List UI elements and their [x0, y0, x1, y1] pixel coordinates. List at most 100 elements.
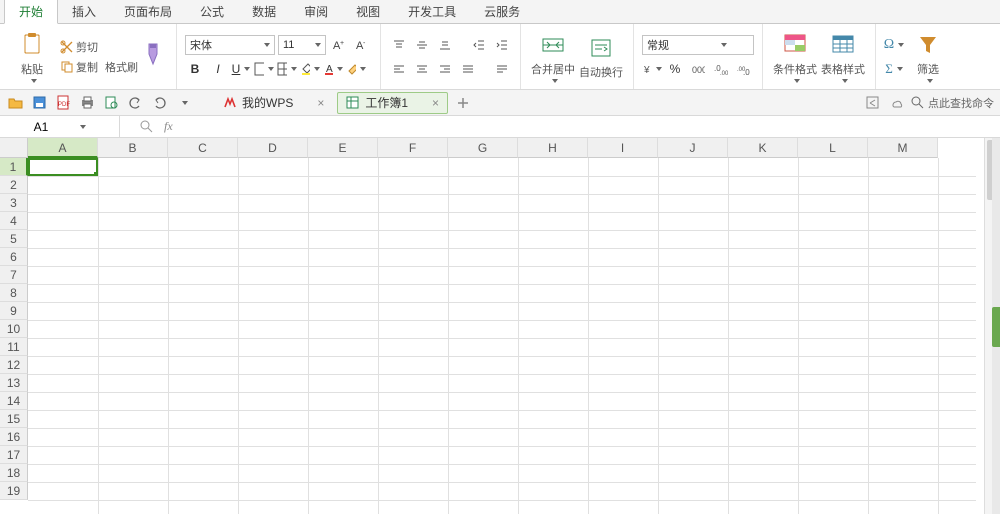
italic-button[interactable]: I: [208, 59, 228, 79]
menu-tab-5[interactable]: 审阅: [290, 0, 342, 23]
decimal-dec-button[interactable]: .00.0: [734, 59, 754, 79]
indent-increase-button[interactable]: [492, 35, 512, 55]
close-tab-button[interactable]: ×: [432, 96, 439, 110]
row-header-11[interactable]: 11: [0, 338, 28, 356]
quick-more-button[interactable]: [174, 94, 192, 112]
wrap-text-button[interactable]: 自动换行: [577, 34, 625, 80]
name-box[interactable]: [0, 116, 120, 137]
cells-area[interactable]: [28, 158, 976, 514]
col-header-C[interactable]: C: [168, 138, 238, 158]
font-size-select[interactable]: 11: [278, 35, 326, 55]
col-header-M[interactable]: M: [868, 138, 938, 158]
merge-center-button[interactable]: 合并居中: [529, 31, 577, 83]
row-header-4[interactable]: 4: [0, 212, 28, 230]
row-header-6[interactable]: 6: [0, 248, 28, 266]
search-commands[interactable]: 点此查找命令: [911, 95, 994, 111]
print-button[interactable]: [78, 94, 96, 112]
row-header-17[interactable]: 17: [0, 446, 28, 464]
fx-icon[interactable]: fx: [164, 119, 173, 134]
cut-button[interactable]: 剪切: [60, 39, 138, 55]
align-left-button[interactable]: [389, 59, 409, 79]
col-header-G[interactable]: G: [448, 138, 518, 158]
menu-tab-0[interactable]: 开始: [4, 0, 58, 24]
autosum-button[interactable]: Σ: [884, 59, 904, 79]
row-header-19[interactable]: 19: [0, 482, 28, 500]
menu-tab-2[interactable]: 页面布局: [110, 0, 186, 23]
row-header-15[interactable]: 15: [0, 410, 28, 428]
menu-tab-7[interactable]: 开发工具: [394, 0, 470, 23]
bold-button[interactable]: B: [185, 59, 205, 79]
row-header-9[interactable]: 9: [0, 302, 28, 320]
cell-reference-input[interactable]: [6, 120, 76, 134]
row-header-18[interactable]: 18: [0, 464, 28, 482]
menu-tab-8[interactable]: 云服务: [470, 0, 534, 23]
align-middle-button[interactable]: [412, 35, 432, 55]
align-right-button[interactable]: [435, 59, 455, 79]
close-tab-button[interactable]: ×: [317, 96, 324, 110]
symbol-button[interactable]: Ω: [884, 35, 904, 55]
undo-button[interactable]: [126, 94, 144, 112]
row-header-3[interactable]: 3: [0, 194, 28, 212]
row-header-1[interactable]: 1: [0, 158, 28, 176]
menu-tab-4[interactable]: 数据: [238, 0, 290, 23]
col-header-D[interactable]: D: [238, 138, 308, 158]
align-top-button[interactable]: [389, 35, 409, 55]
indent-decrease-button[interactable]: [469, 35, 489, 55]
print-preview-button[interactable]: [102, 94, 120, 112]
side-panel-toggle[interactable]: [992, 138, 1000, 514]
row-header-13[interactable]: 13: [0, 374, 28, 392]
currency-button[interactable]: ¥: [642, 59, 662, 79]
cloud-button[interactable]: [887, 94, 905, 112]
conditional-format-button[interactable]: 条件格式: [771, 31, 819, 83]
font-grow-button[interactable]: A+: [329, 35, 349, 55]
decimal-inc-button[interactable]: .0.00: [711, 59, 731, 79]
font-shrink-button[interactable]: A-: [352, 35, 372, 55]
col-header-K[interactable]: K: [728, 138, 798, 158]
row-header-14[interactable]: 14: [0, 392, 28, 410]
font-family-select[interactable]: 宋体: [185, 35, 275, 55]
align-justify-button[interactable]: [458, 59, 478, 79]
row-header-10[interactable]: 10: [0, 320, 28, 338]
comma-button[interactable]: 000: [688, 59, 708, 79]
row-header-16[interactable]: 16: [0, 428, 28, 446]
search-fn-icon[interactable]: [140, 120, 154, 134]
col-header-L[interactable]: L: [798, 138, 868, 158]
active-cell[interactable]: [28, 158, 98, 176]
align-center-button[interactable]: [412, 59, 432, 79]
redo-button[interactable]: [150, 94, 168, 112]
border-button[interactable]: [254, 59, 274, 79]
row-header-7[interactable]: 7: [0, 266, 28, 284]
menu-tab-1[interactable]: 插入: [58, 0, 110, 23]
orientation-button[interactable]: [492, 59, 512, 79]
fill-pattern-button[interactable]: [277, 59, 297, 79]
add-tab-button[interactable]: [454, 94, 472, 112]
doc-tab-workbook1[interactable]: 工作簿1×: [337, 92, 448, 114]
table-style-button[interactable]: 表格样式: [819, 31, 867, 83]
col-header-B[interactable]: B: [98, 138, 168, 158]
menu-tab-6[interactable]: 视图: [342, 0, 394, 23]
font-color-button[interactable]: A: [323, 59, 343, 79]
menu-tab-3[interactable]: 公式: [186, 0, 238, 23]
doc-tab-wps-home[interactable]: 我的WPS×: [214, 92, 333, 114]
col-header-A[interactable]: A: [28, 138, 98, 158]
row-header-8[interactable]: 8: [0, 284, 28, 302]
filter-button[interactable]: 筛选: [904, 31, 952, 83]
col-header-H[interactable]: H: [518, 138, 588, 158]
col-header-F[interactable]: F: [378, 138, 448, 158]
align-bottom-button[interactable]: [435, 35, 455, 55]
fill-color-button[interactable]: [300, 59, 320, 79]
format-painter-big[interactable]: [138, 42, 168, 72]
col-header-I[interactable]: I: [588, 138, 658, 158]
percent-button[interactable]: %: [665, 59, 685, 79]
select-all-corner[interactable]: [0, 138, 28, 158]
col-header-E[interactable]: E: [308, 138, 378, 158]
export-pdf-button[interactable]: PDF: [54, 94, 72, 112]
save-button[interactable]: [30, 94, 48, 112]
clear-format-button[interactable]: [346, 59, 366, 79]
format-painter-button[interactable]: 格式刷: [105, 59, 138, 75]
row-header-2[interactable]: 2: [0, 176, 28, 194]
paste-button[interactable]: 粘贴: [8, 31, 56, 83]
row-header-12[interactable]: 12: [0, 356, 28, 374]
open-button[interactable]: [6, 94, 24, 112]
number-format-select[interactable]: 常规: [642, 35, 754, 55]
